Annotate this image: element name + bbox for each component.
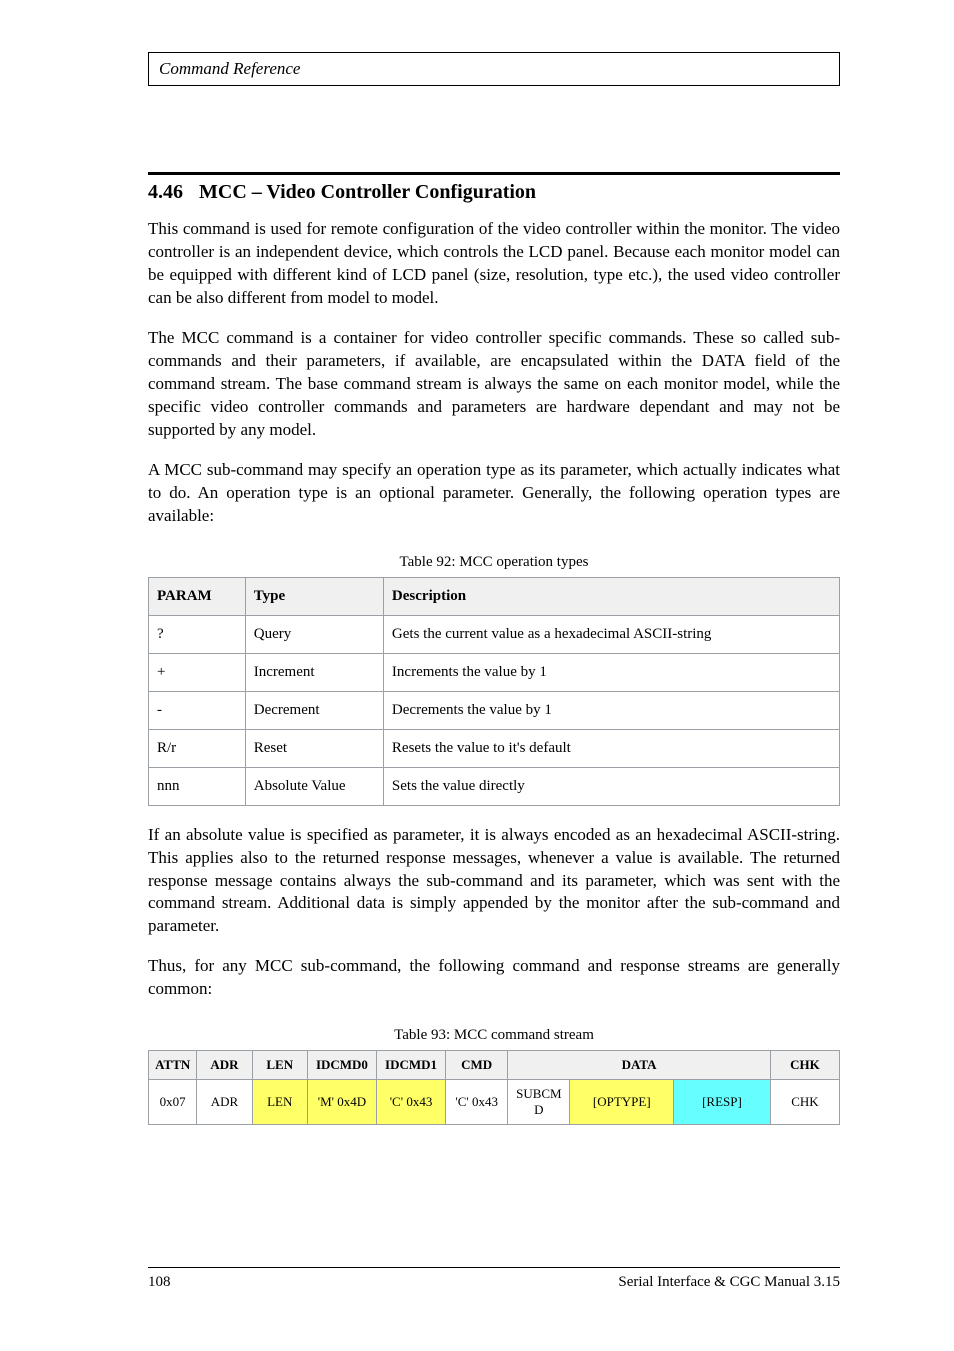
ops-param: - xyxy=(149,691,246,729)
paragraph-1: This command is used for remote configur… xyxy=(148,218,840,310)
ops-type: Reset xyxy=(245,729,383,767)
stream-id0: 'M' 0x4D xyxy=(307,1080,376,1125)
table-row: nnn Absolute Value Sets the value direct… xyxy=(149,767,840,805)
stream-h-adr: ADR xyxy=(197,1051,252,1080)
ops-param: R/r xyxy=(149,729,246,767)
ops-desc: Resets the value to it's default xyxy=(383,729,839,767)
section-title: MCC – Video Controller Configuration xyxy=(199,181,536,204)
table-row: ? Query Gets the current value as a hexa… xyxy=(149,615,840,653)
stream-id1: 'C' 0x43 xyxy=(376,1080,445,1125)
stream-h-chk: CHK xyxy=(770,1051,839,1080)
section-number: 4.46 xyxy=(148,181,183,204)
ops-desc: Decrements the value by 1 xyxy=(383,691,839,729)
stream-h-attn: ATTN xyxy=(149,1051,197,1080)
section-title-block: 4.46 MCC – Video Controller Configuratio… xyxy=(148,172,840,204)
stream-optype: [OPTYPE] xyxy=(570,1080,674,1125)
ops-type: Query xyxy=(245,615,383,653)
doc-title: Serial Interface & CGC Manual 3.15 xyxy=(618,1274,840,1291)
ops-param: + xyxy=(149,653,246,691)
stream-h-id1: IDCMD1 xyxy=(376,1051,445,1080)
stream-table: ATTN ADR LEN IDCMD0 IDCMD1 CMD DATA CHK … xyxy=(148,1050,840,1125)
header-title: Command Reference xyxy=(159,59,300,78)
stream-h-data: DATA xyxy=(508,1051,771,1080)
stream-resp: [RESP] xyxy=(674,1080,771,1125)
paragraph-3: A MCC sub-command may specify an operati… xyxy=(148,459,840,528)
ops-param: nnn xyxy=(149,767,246,805)
stream-header-row: ATTN ADR LEN IDCMD0 IDCMD1 CMD DATA CHK xyxy=(149,1051,840,1080)
ops-desc: Sets the value directly xyxy=(383,767,839,805)
paragraph-2: The MCC command is a container for video… xyxy=(148,327,840,442)
ops-type: Increment xyxy=(245,653,383,691)
stream-adr: ADR xyxy=(197,1080,252,1125)
ops-table: PARAM Type Description ? Query Gets the … xyxy=(148,577,840,806)
page-footer: 108 Serial Interface & CGC Manual 3.15 xyxy=(148,1267,840,1291)
paragraph-4: If an absolute value is specified as par… xyxy=(148,824,840,939)
stream-row: 0x07 ADR LEN 'M' 0x4D 'C' 0x43 'C' 0x43 … xyxy=(149,1080,840,1125)
page-header: Command Reference xyxy=(148,52,840,86)
stream-chk: CHK xyxy=(770,1080,839,1125)
stream-table-caption: Table 93: MCC command stream xyxy=(148,1027,840,1044)
ops-desc: Increments the value by 1 xyxy=(383,653,839,691)
ops-type: Absolute Value xyxy=(245,767,383,805)
page-number: 108 xyxy=(148,1274,171,1291)
stream-cmd: 'C' 0x43 xyxy=(446,1080,508,1125)
ops-type: Decrement xyxy=(245,691,383,729)
ops-param: ? xyxy=(149,615,246,653)
table-row: - Decrement Decrements the value by 1 xyxy=(149,691,840,729)
stream-h-id0: IDCMD0 xyxy=(307,1051,376,1080)
ops-table-caption: Table 92: MCC operation types xyxy=(148,554,840,571)
ops-header-row: PARAM Type Description xyxy=(149,577,840,615)
ops-h-type: Type xyxy=(245,577,383,615)
ops-h-desc: Description xyxy=(383,577,839,615)
paragraph-5: Thus, for any MCC sub-command, the follo… xyxy=(148,955,840,1001)
stream-sub: SUBCMD xyxy=(508,1080,570,1125)
stream-h-len: LEN xyxy=(252,1051,307,1080)
ops-h-param: PARAM xyxy=(149,577,246,615)
stream-attn: 0x07 xyxy=(149,1080,197,1125)
table-row: + Increment Increments the value by 1 xyxy=(149,653,840,691)
table-row: R/r Reset Resets the value to it's defau… xyxy=(149,729,840,767)
ops-desc: Gets the current value as a hexadecimal … xyxy=(383,615,839,653)
stream-len: LEN xyxy=(252,1080,307,1125)
stream-h-cmd: CMD xyxy=(446,1051,508,1080)
